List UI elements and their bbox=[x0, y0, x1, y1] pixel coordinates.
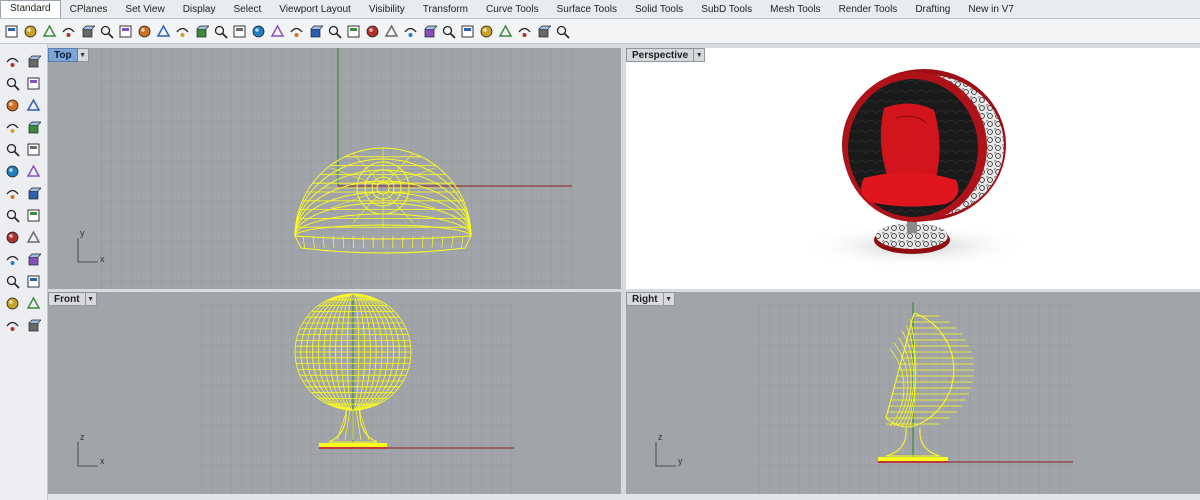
zoom-selected-icon[interactable] bbox=[268, 22, 287, 40]
four-viewports-icon[interactable] bbox=[306, 22, 325, 40]
polygon-icon[interactable] bbox=[23, 118, 43, 137]
select-arrow-icon[interactable] bbox=[2, 52, 22, 71]
front-wireframe bbox=[294, 293, 412, 449]
viewport-right[interactable]: Right ▼ z y bbox=[626, 292, 1200, 494]
record-icon[interactable] bbox=[534, 22, 553, 40]
ball-chair-render bbox=[806, 69, 1026, 268]
viewport-front[interactable]: Front ▼ z x bbox=[48, 292, 621, 494]
curve-points-icon[interactable] bbox=[23, 74, 43, 93]
polyline-icon[interactable] bbox=[2, 74, 22, 93]
box-solid-icon[interactable] bbox=[2, 162, 22, 181]
cut-icon[interactable] bbox=[97, 22, 116, 40]
import-icon[interactable] bbox=[78, 22, 97, 40]
viewport-perspective-label[interactable]: Perspective bbox=[626, 48, 695, 62]
front-axis-x: x bbox=[100, 456, 105, 466]
save-icon[interactable] bbox=[40, 22, 59, 40]
pan-icon[interactable] bbox=[173, 22, 192, 40]
tab-display[interactable]: Display bbox=[174, 2, 225, 18]
tab-render-tools[interactable]: Render Tools bbox=[830, 2, 907, 18]
paste-icon[interactable] bbox=[135, 22, 154, 40]
tab-standard[interactable]: Standard bbox=[0, 0, 61, 18]
top-axis-x: x bbox=[100, 254, 105, 264]
light-bulb-icon[interactable] bbox=[401, 22, 420, 40]
tab-mesh-tools[interactable]: Mesh Tools bbox=[761, 2, 829, 18]
viewport-front-dropdown-icon[interactable]: ▼ bbox=[85, 292, 97, 306]
tab-new-in-v7[interactable]: New in V7 bbox=[959, 2, 1023, 18]
tab-viewport-layout[interactable]: Viewport Layout bbox=[270, 2, 360, 18]
viewport-top-dropdown-icon[interactable]: ▼ bbox=[77, 48, 89, 62]
mesh-icon[interactable] bbox=[23, 272, 43, 291]
properties-icon[interactable] bbox=[344, 22, 363, 40]
zoom-dynamic-icon[interactable] bbox=[211, 22, 230, 40]
sphere-solid-icon[interactable] bbox=[23, 162, 43, 181]
tab-visibility[interactable]: Visibility bbox=[360, 2, 414, 18]
toolbar-tabs: Standard CPlanes Set View Display Select View… bbox=[0, 0, 1200, 19]
cylinder-icon[interactable] bbox=[2, 184, 22, 203]
layer-icon[interactable] bbox=[439, 22, 458, 40]
camera-icon[interactable] bbox=[382, 22, 401, 40]
solid-sphere-icon[interactable] bbox=[496, 22, 515, 40]
fillet-icon[interactable] bbox=[23, 206, 43, 225]
viewport-right-label[interactable]: Right bbox=[626, 292, 664, 306]
tab-transform[interactable]: Transform bbox=[414, 2, 477, 18]
tab-surface-tools[interactable]: Surface Tools bbox=[548, 2, 626, 18]
viewport-top-label[interactable]: Top bbox=[48, 48, 78, 62]
select-icon[interactable] bbox=[363, 22, 382, 40]
new-document-icon[interactable] bbox=[2, 22, 21, 40]
tab-solid-tools[interactable]: Solid Tools bbox=[626, 2, 692, 18]
arc-icon[interactable] bbox=[2, 96, 22, 115]
zoom-extents-icon[interactable] bbox=[249, 22, 268, 40]
circle-icon[interactable] bbox=[23, 96, 43, 115]
ellipse-icon[interactable] bbox=[2, 140, 22, 159]
globe-icon[interactable] bbox=[553, 22, 572, 40]
tab-curve-tools[interactable]: Curve Tools bbox=[477, 2, 548, 18]
tab-subd-tools[interactable]: SubD Tools bbox=[692, 2, 761, 18]
explode-icon[interactable] bbox=[2, 228, 22, 247]
history-icon[interactable] bbox=[2, 316, 22, 335]
open-icon[interactable] bbox=[21, 22, 40, 40]
boolean-icon[interactable] bbox=[2, 206, 22, 225]
trim-icon[interactable] bbox=[23, 250, 43, 269]
lock-icon[interactable] bbox=[420, 22, 439, 40]
viewport-top[interactable]: Top ▼ y x bbox=[48, 48, 621, 289]
freeform-icon[interactable] bbox=[23, 140, 43, 159]
array-icon[interactable] bbox=[2, 294, 22, 313]
car-render-icon[interactable] bbox=[325, 22, 344, 40]
tab-cplanes[interactable]: CPlanes bbox=[61, 2, 117, 18]
color-wheel-icon[interactable] bbox=[458, 22, 477, 40]
viewport-perspective[interactable]: Perspective ▼ bbox=[626, 48, 1200, 289]
rectangle-icon[interactable] bbox=[2, 118, 22, 137]
viewport-front-label[interactable]: Front bbox=[48, 292, 86, 306]
tab-select[interactable]: Select bbox=[225, 2, 271, 18]
status-bar bbox=[48, 494, 1200, 500]
print-icon[interactable] bbox=[59, 22, 78, 40]
tab-drafting[interactable]: Drafting bbox=[906, 2, 959, 18]
undo-view-icon[interactable] bbox=[287, 22, 306, 40]
viewport-right-dropdown-icon[interactable]: ▼ bbox=[663, 292, 675, 306]
text-tool-icon[interactable] bbox=[2, 272, 22, 291]
top-wireframe bbox=[294, 147, 472, 254]
undo-icon[interactable] bbox=[154, 22, 173, 40]
rotate-view-icon[interactable] bbox=[192, 22, 211, 40]
extrude-icon[interactable] bbox=[23, 184, 43, 203]
render-sphere-icon[interactable] bbox=[477, 22, 496, 40]
left-toolbar bbox=[0, 44, 48, 500]
gumball-icon[interactable] bbox=[23, 294, 43, 313]
right-wireframe bbox=[878, 312, 974, 463]
standard-toolbar bbox=[0, 19, 1200, 44]
copy-icon[interactable] bbox=[116, 22, 135, 40]
join-icon[interactable] bbox=[23, 228, 43, 247]
tab-set-view[interactable]: Set View bbox=[116, 2, 173, 18]
analyze-icon[interactable] bbox=[23, 316, 43, 335]
material-sphere-icon[interactable] bbox=[515, 22, 534, 40]
zoom-window-icon[interactable] bbox=[230, 22, 249, 40]
right-axis-y: y bbox=[678, 456, 683, 466]
offset-icon[interactable] bbox=[2, 250, 22, 269]
viewport-perspective-dropdown-icon[interactable]: ▼ bbox=[694, 48, 706, 62]
point-icon[interactable] bbox=[23, 52, 43, 71]
